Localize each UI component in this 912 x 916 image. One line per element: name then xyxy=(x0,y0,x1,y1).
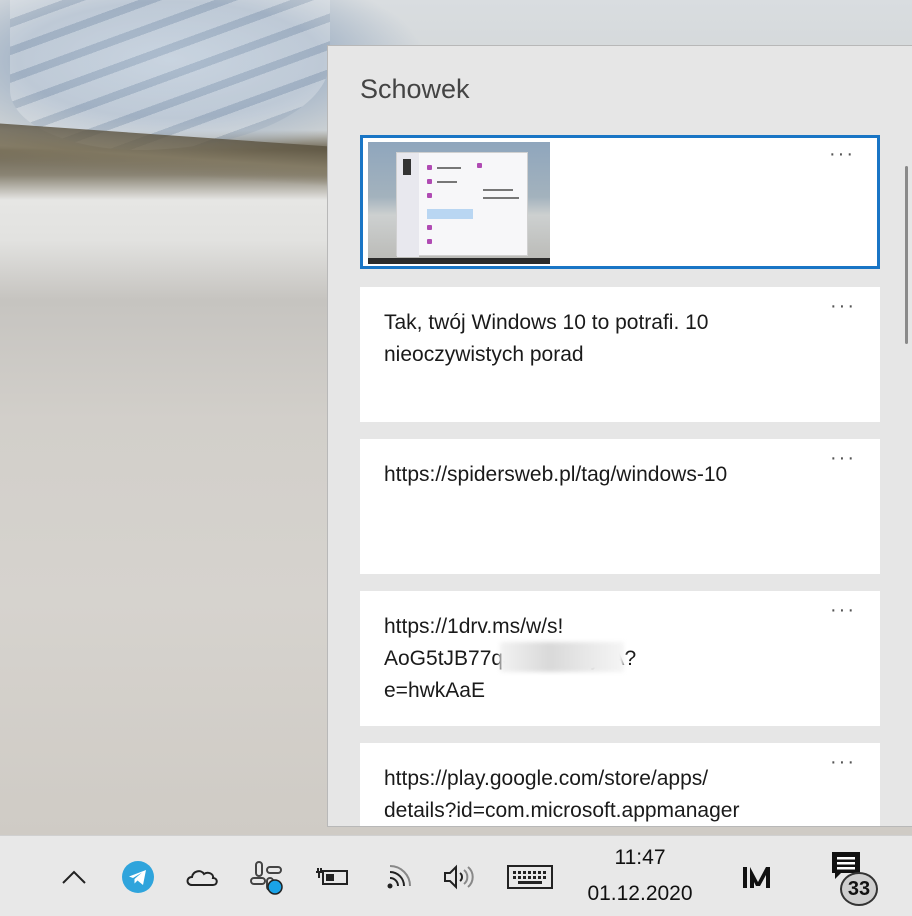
clipboard-item-text[interactable]: https://play.google.com/store/apps/ deta… xyxy=(360,743,880,826)
clipboard-item-content: https://play.google.com/store/apps/ deta… xyxy=(384,767,740,822)
more-options-button[interactable]: ··· xyxy=(829,143,855,166)
screenshot-thumbnail xyxy=(368,142,550,264)
clipboard-panel: Schowek ··· Tak, twój Windows 10 to potr… xyxy=(327,45,912,827)
wifi-icon xyxy=(387,864,411,888)
slack-icon xyxy=(250,860,283,895)
touch-keyboard-button[interactable] xyxy=(502,836,558,916)
onedrive-icon xyxy=(186,869,218,886)
more-options-button[interactable]: ··· xyxy=(830,447,856,470)
more-options-button[interactable]: ··· xyxy=(830,295,856,318)
clipboard-item-text[interactable]: Tak, twój Windows 10 to potrafi. 10 nieo… xyxy=(360,287,880,422)
clipboard-item-image[interactable]: ··· xyxy=(360,135,880,269)
slack-tray-button[interactable] xyxy=(244,836,288,916)
volume-tray-button[interactable] xyxy=(436,836,480,916)
telegram-tray-button[interactable] xyxy=(116,836,160,916)
more-options-button[interactable]: ··· xyxy=(830,599,856,622)
clipboard-item-text[interactable]: https://spidersweb.pl/tag/windows-10 ··· xyxy=(360,439,880,574)
clipboard-item-text[interactable]: https://1drv.ms/w/s! AoG5tJB77qJ OwPHbjE… xyxy=(360,591,880,726)
volume-icon xyxy=(444,864,474,889)
thumbnail-window xyxy=(396,152,528,257)
keyboard-icon xyxy=(507,864,553,889)
more-options-button[interactable]: ··· xyxy=(830,751,856,774)
panel-title: Schowek xyxy=(360,74,470,104)
taskbar-clock[interactable]: 11:47 01.12.2020 xyxy=(570,840,710,916)
telegram-icon xyxy=(122,860,154,893)
network-tray-button[interactable] xyxy=(375,836,419,916)
clock-time: 11:47 xyxy=(614,846,666,869)
battery-tray-button[interactable] xyxy=(310,836,354,916)
clipboard-item-content: Tak, twój Windows 10 to potrafi. 10 nieo… xyxy=(384,311,709,366)
taskbar: 11:47 01.12.2020 xyxy=(0,835,912,916)
battery-icon xyxy=(316,867,348,885)
clock-date: 01.12.2020 xyxy=(587,882,693,905)
clipboard-item-content: https://spidersweb.pl/tag/windows-10 xyxy=(384,463,728,486)
panel-scrollbar[interactable] xyxy=(905,166,908,344)
m-app-tray-button[interactable] xyxy=(734,836,782,916)
chevron-up-icon xyxy=(62,870,86,884)
notification-count-badge: 33 xyxy=(840,872,878,906)
redacted-blur xyxy=(500,642,624,672)
m-logo-icon xyxy=(743,866,770,888)
show-hidden-icons-button[interactable] xyxy=(54,836,94,916)
onedrive-tray-button[interactable] xyxy=(180,836,224,916)
